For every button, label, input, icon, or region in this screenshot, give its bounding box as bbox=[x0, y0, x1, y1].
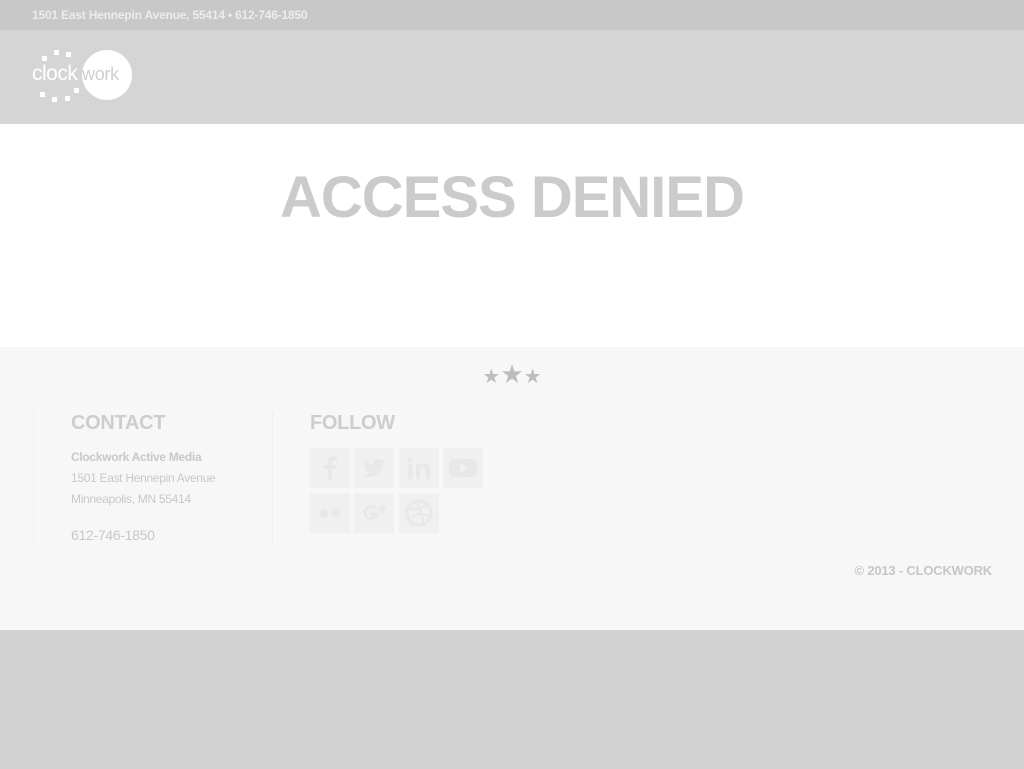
flickr-icon[interactable] bbox=[310, 493, 350, 533]
top-bar: 1501 East Hennepin Avenue, 55414 • 612-7… bbox=[0, 0, 1024, 30]
clockwork-logo[interactable]: clock work bbox=[30, 48, 134, 104]
dribbble-icon[interactable] bbox=[399, 493, 439, 533]
contact-section: CONTACT Clockwork Active Media 1501 East… bbox=[33, 412, 273, 543]
contact-heading: CONTACT bbox=[71, 412, 166, 434]
logo-text-work: work bbox=[82, 64, 119, 84]
contact-company: Clockwork Active Media bbox=[71, 450, 202, 464]
logo-text-clock: clock bbox=[32, 62, 78, 85]
page-title: ACCESS DENIED bbox=[280, 165, 745, 230]
stars-divider: ★★★ bbox=[480, 359, 544, 389]
youtube-icon[interactable] bbox=[443, 448, 483, 488]
address-line: 1501 East Hennepin Avenue, 55414 • 612-7… bbox=[32, 8, 308, 22]
follow-section: FOLLOW bbox=[310, 412, 510, 542]
contact-phone[interactable]: 612-746-1850 bbox=[71, 527, 155, 543]
linkedin-icon[interactable] bbox=[399, 448, 439, 488]
contact-street: 1501 East Hennepin Avenue bbox=[71, 471, 216, 485]
site-header: clock work bbox=[0, 30, 1024, 124]
star-icon: ★ bbox=[500, 359, 524, 389]
facebook-icon[interactable] bbox=[310, 448, 350, 488]
twitter-icon[interactable] bbox=[354, 448, 394, 488]
follow-heading: FOLLOW bbox=[310, 412, 395, 434]
copyright-text: © 2013 - CLOCKWORK bbox=[854, 563, 993, 578]
star-icon: ★ bbox=[482, 366, 501, 388]
star-icon: ★ bbox=[523, 366, 542, 388]
site-footer: ★★★ CONTACT Clockwork Active Media 1501 … bbox=[0, 347, 1024, 630]
contact-city: Minneapolis, MN 55414 bbox=[71, 492, 191, 506]
main-content: ACCESS DENIED bbox=[0, 124, 1024, 347]
google-plus-icon[interactable] bbox=[354, 493, 394, 533]
